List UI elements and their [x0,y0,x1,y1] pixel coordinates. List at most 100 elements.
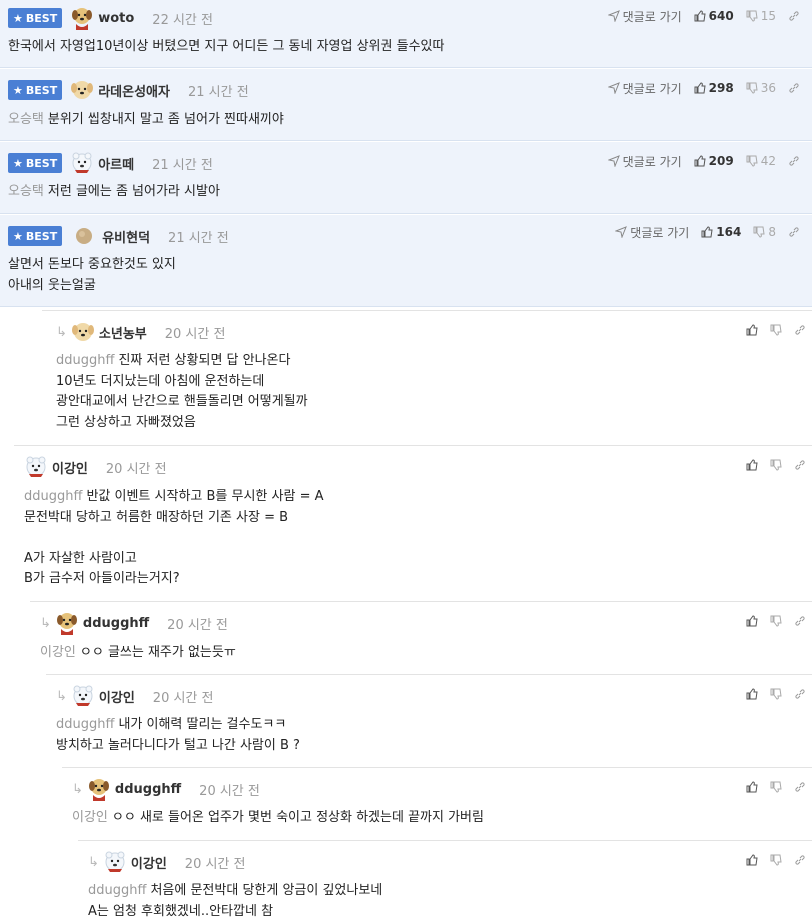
thumbs-down-icon[interactable] [770,781,782,793]
thumbs-down-icon[interactable] [770,324,782,336]
avatar[interactable] [74,224,98,248]
divider [46,674,812,675]
goto-comment-link[interactable]: 댓글로 가기 [607,153,682,170]
avatar[interactable] [71,684,95,708]
divider [78,840,812,841]
timestamp: 21 시간 전 [152,157,213,173]
avatar[interactable] [103,850,127,874]
comment-actions: 댓글로 가기 640 15 [607,6,800,26]
reply-arrow-icon: ↳ [88,854,99,870]
thumbs-up-icon[interactable] [746,854,758,866]
thumbs-down-icon [753,226,765,238]
reply-arrow-icon: ↳ [72,781,83,797]
thumbs-up-icon [694,10,706,22]
comment-text: ddugghff 내가 이해력 딸리는 걸수도ㅋㅋ 방치하고 놀러다니다가 털고 … [56,717,300,753]
mention[interactable]: 오승택 [8,184,44,199]
thumbs-up-icon [694,155,706,167]
nickname[interactable]: 라데온성애자 [98,81,170,100]
reply-comment: ↳ 소년농부 20 시간 전 ddugghff 진짜 저런 상황되면 답 안나온다… [56,322,806,442]
goto-comment-link[interactable]: 댓글로 가기 [615,224,689,241]
nickname[interactable]: 유비현덕 [102,227,150,246]
nickname[interactable]: 소년농부 [99,323,147,342]
comment-text: 오승택 분위기 씹창내지 말고 좀 넘어가 찐따새끼야 [8,112,284,127]
like-button[interactable]: 209 [694,154,734,168]
avatar[interactable] [70,151,94,175]
nickname[interactable]: 아르떼 [98,154,134,173]
best-comment: ★ BEST woto 22 시간 전 댓글로 가기 640 15 한국에서 자영… [0,0,812,68]
timestamp: 22 시간 전 [152,12,213,28]
nickname[interactable]: 이강인 [131,853,167,872]
thumbs-down-icon[interactable] [770,615,782,627]
thumbs-up-icon[interactable] [746,459,758,471]
nickname[interactable]: 이강인 [52,458,88,477]
avatar[interactable] [70,6,94,30]
share-link-icon[interactable] [788,226,800,238]
nickname[interactable]: ddugghff [115,782,181,797]
like-button[interactable]: 298 [694,81,734,95]
divider [42,310,812,311]
comment-text: ddugghff 처음에 문전박대 당한게 앙금이 깊었나보네 A는 엄청 후회했… [88,883,383,919]
timestamp: 21 시간 전 [187,84,249,100]
share-link-icon[interactable] [794,688,806,700]
best-badge: ★ BEST [8,8,63,28]
comment-text: 이강인 ㅇㅇ 글쓰는 재주가 없는듯ㅠ [40,645,236,660]
mention[interactable]: ddugghff [56,717,114,732]
share-link-icon[interactable] [788,10,800,22]
share-link-icon[interactable] [794,781,806,793]
dislike-button[interactable]: 8 [753,225,776,239]
thumbs-down-icon [746,155,758,167]
thumbs-up-icon[interactable] [746,688,758,700]
thumbs-down-icon[interactable] [770,854,782,866]
nickname[interactable]: woto [98,11,134,26]
thumbs-down-icon [746,10,758,22]
timestamp: 20 시간 전 [105,461,167,477]
reply-comment: ↳ ddugghff 20 시간 전 이강인 ㅇㅇ 글쓰는 재주가 없는듯ㅠ [40,613,806,673]
comment-text: ddugghff 진짜 저런 상황되면 답 안나온다 10년도 더지났는데 아침에… [56,353,308,430]
comment-actions [746,777,806,797]
best-badge: ★ BEST [8,226,63,246]
avatar[interactable] [70,78,94,102]
nickname[interactable]: ddugghff [83,616,149,631]
like-button[interactable]: 164 [701,225,741,239]
best-comment: ★ BEST 유비현덕 21 시간 전 댓글로 가기 164 8 살면서 돈보다 … [0,215,812,307]
mention[interactable]: 오승택 [8,112,44,127]
thumbs-up-icon[interactable] [746,324,758,336]
avatar[interactable] [87,777,111,801]
thumbs-down-icon[interactable] [770,688,782,700]
avatar[interactable] [55,611,79,635]
timestamp: 20 시간 전 [184,856,246,872]
mention[interactable]: 이강인 [72,810,108,825]
mention[interactable]: ddugghff [24,489,82,504]
mention[interactable]: 이강인 [40,645,76,660]
reply-arrow-icon: ↳ [40,615,51,631]
divider [62,767,812,768]
best-comment: ★ BEST 라데온성애자 21 시간 전 댓글로 가기 298 36 오승택 분위… [0,69,812,141]
thumbs-up-icon[interactable] [746,781,758,793]
thumbs-up-icon[interactable] [746,615,758,627]
comment-actions [746,455,806,475]
dislike-button[interactable]: 36 [746,81,776,95]
avatar[interactable] [24,455,48,479]
goto-comment-link[interactable]: 댓글로 가기 [607,80,682,97]
comment-text: 오승택 저런 글에는 좀 넘어가라 시발아 [8,184,220,199]
share-link-icon[interactable] [794,459,806,471]
reply-arrow-icon: ↳ [56,688,67,704]
mention[interactable]: ddugghff [56,353,114,368]
thumbs-down-icon[interactable] [770,459,782,471]
comment-actions: 댓글로 가기 164 8 [615,222,800,242]
like-button[interactable]: 640 [694,9,734,23]
goto-comment-link[interactable]: 댓글로 가기 [607,8,682,25]
send-icon [615,226,628,238]
dislike-button[interactable]: 42 [746,154,776,168]
dislike-button[interactable]: 15 [746,9,776,23]
share-link-icon[interactable] [794,615,806,627]
avatar[interactable] [71,320,95,344]
comment-actions: 댓글로 가기 298 36 [607,78,800,98]
share-link-icon[interactable] [788,155,800,167]
share-link-icon[interactable] [788,82,800,94]
mention[interactable]: ddugghff [88,883,146,898]
share-link-icon[interactable] [794,854,806,866]
nickname[interactable]: 이강인 [99,687,135,706]
share-link-icon[interactable] [794,324,806,336]
reply-comment: ↳ 이강인 20 시간 전 ddugghff 처음에 문전박대 당한게 앙금이 깊… [88,850,806,922]
